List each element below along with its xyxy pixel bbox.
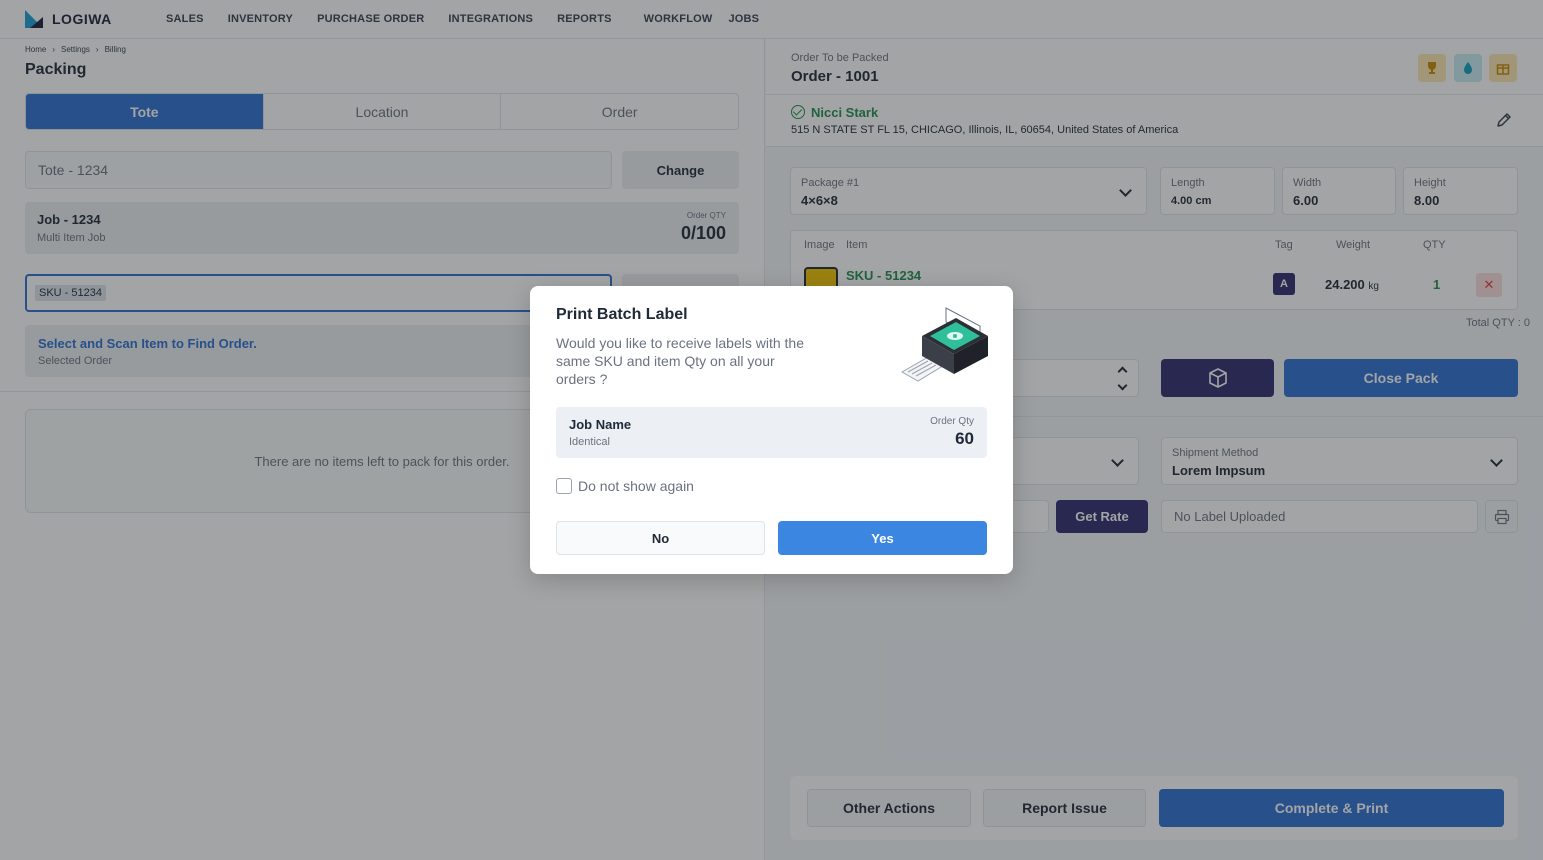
job-name-value: Identical bbox=[569, 436, 610, 448]
modal-description: Would you like to receive labels with th… bbox=[556, 335, 804, 387]
do-not-show-label: Do not show again bbox=[578, 478, 694, 494]
yes-button[interactable]: Yes bbox=[778, 521, 987, 555]
no-button[interactable]: No bbox=[556, 521, 765, 555]
do-not-show-checkbox[interactable] bbox=[556, 478, 572, 494]
order-qty-value: 60 bbox=[955, 429, 974, 448]
do-not-show-again[interactable]: Do not show again bbox=[556, 478, 694, 494]
print-batch-label-modal: Print Batch Label Would you like to rece… bbox=[530, 286, 1013, 574]
modal-title: Print Batch Label bbox=[556, 306, 688, 323]
printer-icon bbox=[900, 307, 988, 382]
job-name-label: Job Name bbox=[569, 417, 632, 432]
job-summary-card: Job Name Identical Order Qty 60 bbox=[556, 407, 987, 458]
order-qty-label: Order Qty bbox=[930, 416, 974, 427]
